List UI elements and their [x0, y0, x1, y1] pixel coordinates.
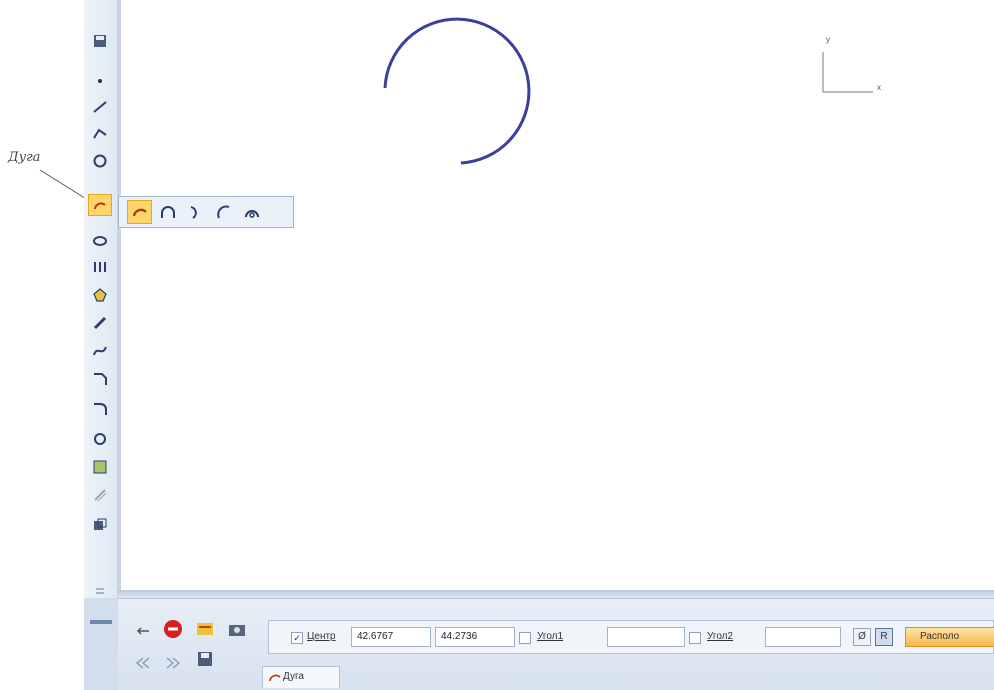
- camera-icon[interactable]: [226, 619, 248, 639]
- hatch-icon[interactable]: [88, 456, 112, 478]
- arc-2-points-icon[interactable]: [211, 200, 236, 224]
- point-icon[interactable]: [88, 70, 112, 92]
- point1-checkbox[interactable]: [519, 632, 531, 644]
- drawing-canvas[interactable]: y x: [118, 0, 994, 594]
- point1-field[interactable]: [607, 627, 685, 647]
- arc-icon[interactable]: [88, 194, 112, 216]
- tab-label: Дуга: [283, 671, 304, 682]
- diameter-button[interactable]: Ø: [853, 628, 871, 646]
- bezier-icon[interactable]: [88, 340, 112, 362]
- center-x-field[interactable]: 42.6767: [351, 627, 431, 647]
- direction-button[interactable]: Располо: [905, 627, 994, 647]
- arc-flyout-toolbar: [118, 196, 294, 228]
- circle-icon[interactable]: [88, 150, 112, 172]
- auxiliary-curves-icon[interactable]: [88, 256, 112, 278]
- center-y-field[interactable]: 44.2736: [435, 627, 515, 647]
- save-icon[interactable]: [88, 30, 112, 52]
- arc-tangent-icon[interactable]: [183, 200, 208, 224]
- tab-arc[interactable]: Дуга: [262, 666, 340, 688]
- line-icon[interactable]: [88, 96, 112, 118]
- polygon-icon[interactable]: [88, 284, 112, 306]
- chamfer-icon[interactable]: [88, 368, 112, 390]
- y-axis-label: y: [826, 35, 830, 44]
- fillet-icon[interactable]: [88, 398, 112, 420]
- geometry-toolbar: [84, 0, 118, 630]
- forward-icon[interactable]: [162, 653, 184, 673]
- panel-handle: [84, 598, 118, 690]
- arc-semicircle-icon[interactable]: [239, 200, 264, 224]
- point1-label: Угол1: [537, 631, 564, 642]
- equidistant-icon[interactable]: [88, 514, 112, 536]
- arc-tab-icon: [268, 671, 282, 690]
- arc-3-points-icon[interactable]: [155, 200, 180, 224]
- offset-icon[interactable]: [88, 484, 112, 506]
- arc-center-icon[interactable]: [127, 200, 152, 224]
- radius-button[interactable]: R: [875, 628, 893, 646]
- x-axis-label: x: [877, 83, 881, 92]
- cad-window: Дуга y x ✓ Центр 42.6767 44.2736 Угол1 У…: [0, 0, 994, 690]
- back-arrow-icon[interactable]: [132, 621, 154, 641]
- ellipse-icon[interactable]: [88, 230, 112, 252]
- rewind-icon[interactable]: [132, 653, 154, 673]
- segment-icon[interactable]: [88, 312, 112, 334]
- center-label: Центр: [307, 631, 336, 642]
- contour-icon[interactable]: [88, 428, 112, 450]
- save-template-icon[interactable]: [194, 649, 216, 669]
- stop-button[interactable]: [162, 619, 184, 639]
- point2-field[interactable]: [765, 627, 841, 647]
- point2-checkbox[interactable]: [689, 632, 701, 644]
- center-checkbox[interactable]: ✓: [291, 632, 303, 644]
- drawn-arc: [383, 17, 531, 165]
- canvas-border: [118, 590, 994, 598]
- point2-label: Угол2: [707, 631, 734, 642]
- polyline-icon[interactable]: [88, 122, 112, 144]
- canvas-graphics: y x: [383, 17, 881, 165]
- property-fields: ✓ Центр 42.6767 44.2736 Угол1 Угол2 Ø R …: [268, 620, 994, 654]
- properties-icon[interactable]: [194, 619, 216, 639]
